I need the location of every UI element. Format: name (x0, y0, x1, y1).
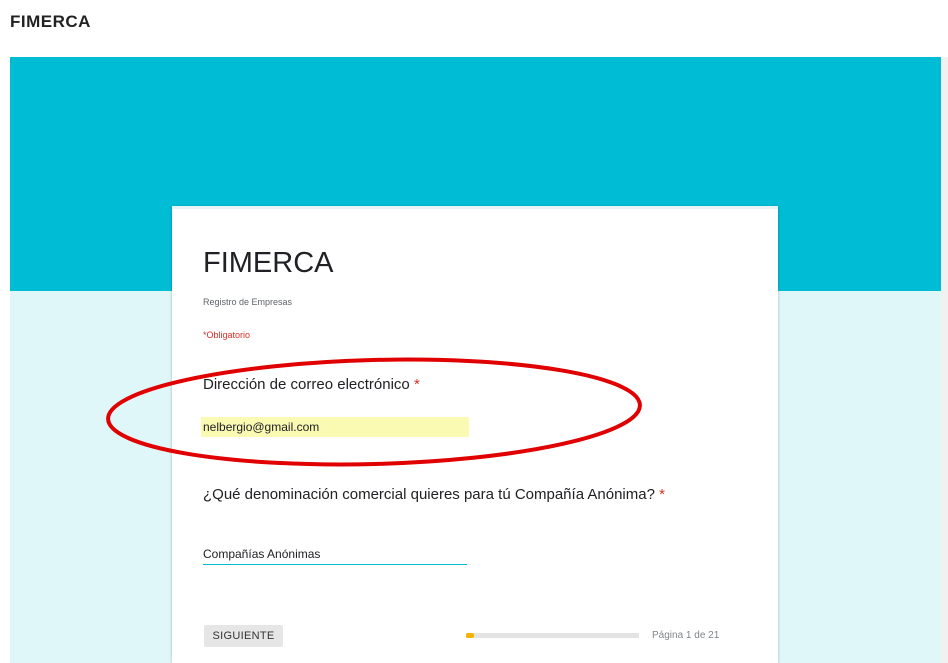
question-label: Dirección de correo electrónico (203, 376, 410, 393)
question-email-label: Dirección de correo electrónico * (203, 374, 420, 395)
required-star: * (413, 376, 420, 393)
card-top-divider (172, 206, 778, 209)
required-note: *Obligatorio (203, 330, 251, 340)
site-brand: FIMERCA (10, 12, 91, 31)
page-indicator: Página 1 de 21 (652, 630, 720, 641)
form-description: Registro de Empresas (203, 297, 293, 307)
required-star: * (659, 486, 665, 503)
email-field[interactable]: nelbergio@gmail.com (201, 417, 469, 437)
scrollbar[interactable] (941, 57, 948, 663)
form-title: FIMERCA (203, 247, 334, 279)
progress-fill (466, 633, 475, 638)
form-card: FIMERCA Registro de Empresas *Obligatori… (172, 206, 778, 663)
question-label: ¿Qué denominación comercial quieres para… (203, 486, 655, 503)
progress-bar (466, 633, 639, 638)
question-company-label: ¿Qué denominación comercial quieres para… (203, 484, 723, 505)
company-name-field[interactable]: Compañías Anónimas (203, 544, 467, 565)
next-button[interactable]: SIGUIENTE (204, 625, 283, 647)
